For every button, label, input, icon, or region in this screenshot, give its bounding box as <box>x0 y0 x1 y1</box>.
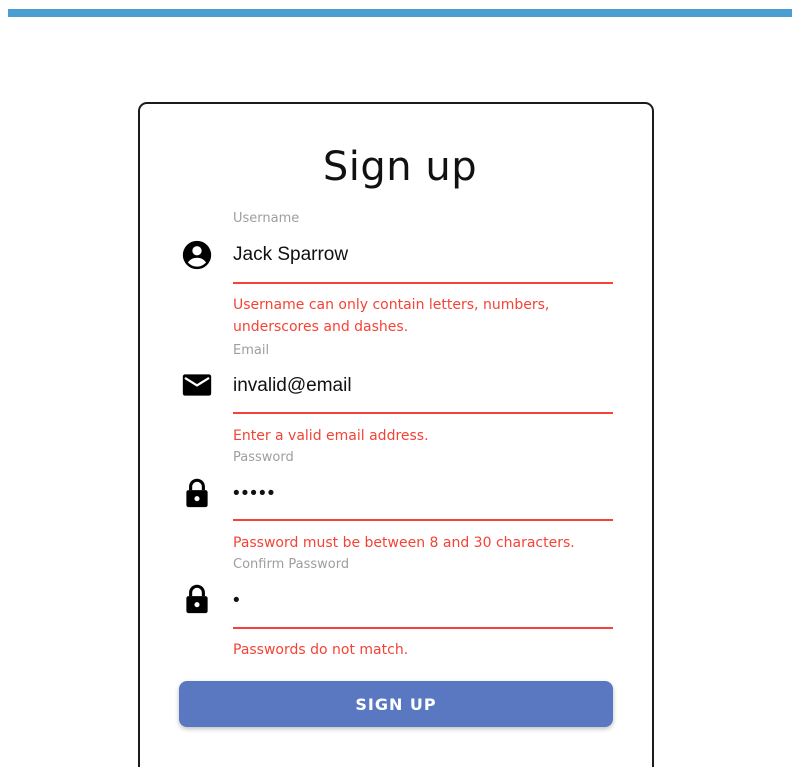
confirm-password-error: Passwords do not match. <box>233 642 409 658</box>
email-input[interactable] <box>233 370 611 402</box>
confirm-password-label: Confirm Password <box>233 557 350 572</box>
email-underline <box>233 412 613 414</box>
lock-icon <box>186 584 208 614</box>
password-error: Password must be between 8 and 30 charac… <box>233 535 575 551</box>
mail-icon <box>182 374 212 396</box>
email-error: Enter a valid email address. <box>233 428 429 444</box>
username-error: Username can only contain letters, numbe… <box>233 297 550 335</box>
confirm-password-underline <box>233 627 613 629</box>
lock-icon <box>186 478 208 508</box>
page-title: Sign up <box>322 144 478 190</box>
password-underline <box>233 519 613 521</box>
signup-button[interactable]: SIGN UP <box>179 681 613 727</box>
account-circle-icon <box>182 240 212 270</box>
password-label: Password <box>233 450 294 465</box>
email-label: Email <box>233 343 270 358</box>
username-label: Username <box>233 211 300 226</box>
password-input[interactable] <box>233 478 611 510</box>
top-accent-bar <box>8 9 792 17</box>
signup-page: Sign up Username Username can only conta… <box>0 0 800 767</box>
confirm-password-input[interactable] <box>233 585 611 617</box>
username-input[interactable] <box>233 239 611 271</box>
username-underline <box>233 282 613 284</box>
